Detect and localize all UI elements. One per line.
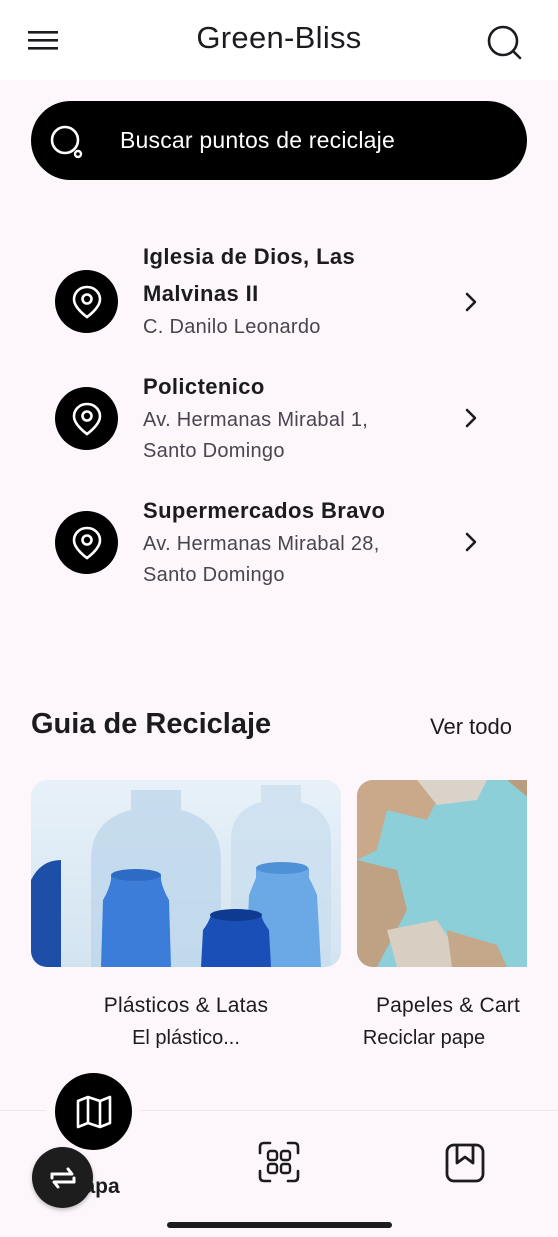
guide-carousel[interactable]: Plásticos & Latas El plástico... Papeles… (31, 780, 527, 1070)
map-icon (76, 1095, 112, 1129)
search-icon[interactable] (484, 22, 524, 62)
app-title: Green-Bliss (196, 20, 362, 55)
place-name: Malvinas II (143, 281, 259, 306)
qr-scan-icon[interactable] (257, 1140, 301, 1184)
location-pin-icon (55, 511, 118, 574)
list-item[interactable]: Iglesia de Dios, Las Malvinas II C. Dani… (40, 238, 500, 348)
see-all-link[interactable]: Ver todo (430, 714, 512, 740)
place-name: Iglesia de Dios, Las (143, 244, 356, 269)
plastics-image (31, 780, 341, 967)
place-address: Av. Hermanas Mirabal 1, (143, 409, 369, 431)
paper-image (357, 780, 527, 967)
place-address: Av. Hermanas Mirabal 28, (143, 533, 380, 555)
search-placeholder: Buscar puntos de reciclaje (120, 127, 395, 153)
section-title: Guia de Reciclaje (31, 708, 272, 740)
place-address: Santo Domingo (143, 564, 285, 586)
list-item[interactable]: Supermercados Bravo Av. Hermanas Mirabal… (40, 492, 500, 592)
search-input[interactable]: Buscar puntos de reciclaje (31, 101, 527, 180)
chevron-right-icon (465, 408, 477, 428)
place-name: Supermercados Bravo (143, 498, 386, 523)
map-nav-button[interactable] (55, 1073, 132, 1150)
chevron-right-icon (465, 292, 477, 312)
swap-icon (50, 1167, 76, 1189)
swap-button[interactable] (32, 1147, 93, 1208)
place-name: Polictenico (143, 374, 265, 399)
place-address: C. Danilo Leonardo (143, 316, 321, 338)
guide-card-title: Papeles & Cart (375, 994, 521, 1017)
chevron-right-icon (465, 532, 477, 552)
app-bar: Green-Bliss (0, 0, 558, 80)
home-indicator (167, 1222, 392, 1228)
guide-card-paper[interactable]: Papeles & Cart Reciclar pape (357, 780, 527, 1070)
bookmark-book-icon[interactable] (444, 1142, 486, 1184)
list-item[interactable]: Polictenico Av. Hermanas Mirabal 1, Sant… (40, 368, 500, 468)
search-icon (50, 125, 83, 159)
location-pin-icon (55, 270, 118, 333)
guide-card-subtitle: Reciclar pape (362, 1027, 486, 1049)
place-address: Santo Domingo (143, 440, 285, 462)
location-pin-icon (55, 387, 118, 450)
